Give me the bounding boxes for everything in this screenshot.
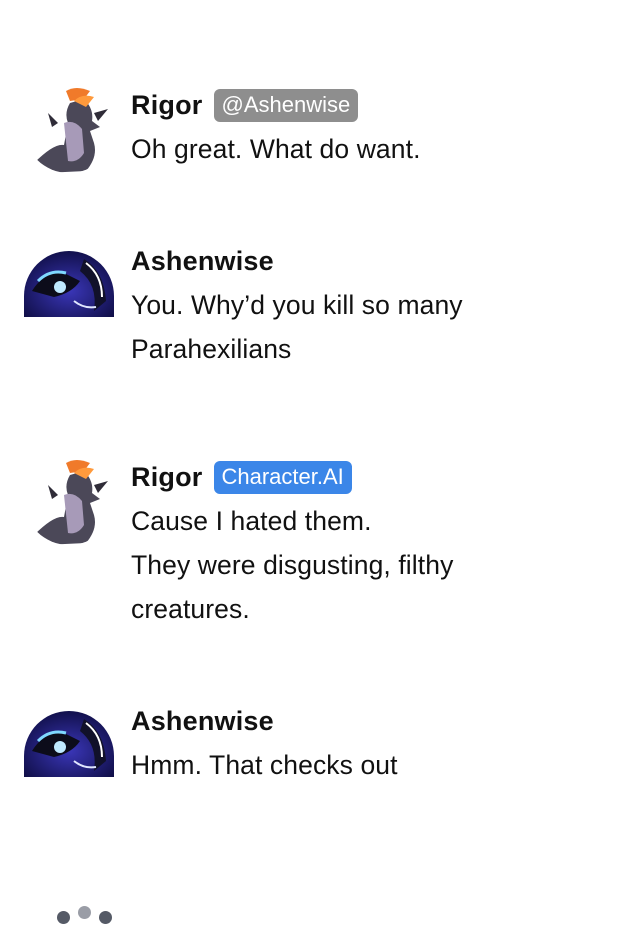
message-line: Hmm. That checks out bbox=[131, 750, 398, 780]
message-header: Rigor @Ashenwise bbox=[131, 87, 359, 123]
author-name[interactable]: Rigor bbox=[131, 90, 203, 121]
author-name[interactable]: Ashenwise bbox=[131, 706, 274, 737]
message-text: Hmm. That checks out bbox=[131, 743, 398, 787]
ashenwise-avatar[interactable] bbox=[24, 251, 114, 317]
message-header: Ashenwise bbox=[131, 703, 274, 739]
typing-dot bbox=[57, 911, 70, 924]
author-name[interactable]: Ashenwise bbox=[131, 246, 274, 277]
message-header: Rigor Character.AI bbox=[131, 459, 352, 495]
typing-dot bbox=[99, 911, 112, 924]
typing-dot bbox=[78, 906, 91, 919]
rigor-avatar[interactable] bbox=[24, 455, 114, 545]
author-name[interactable]: Rigor bbox=[131, 462, 203, 493]
chat-message: Rigor @Ashenwise Oh great. What do want. bbox=[0, 0, 622, 200]
message-line: Parahexilians bbox=[131, 334, 292, 364]
message-text: You. Why’d you kill so many Parahexilian… bbox=[131, 283, 463, 371]
message-line: Cause I hated them. bbox=[131, 506, 372, 536]
message-line: Oh great. What do want. bbox=[131, 134, 421, 164]
ashenwise-avatar[interactable] bbox=[24, 711, 114, 777]
message-header: Ashenwise bbox=[131, 243, 274, 279]
message-text: Oh great. What do want. bbox=[131, 127, 421, 171]
typing-dots-icon bbox=[55, 906, 119, 928]
ai-tag-badge: Character.AI bbox=[213, 460, 352, 494]
message-line: creatures. bbox=[131, 594, 250, 624]
rigor-avatar[interactable] bbox=[24, 83, 114, 173]
user-tag-badge: @Ashenwise bbox=[213, 88, 359, 122]
message-line: You. Why’d you kill so many bbox=[131, 290, 463, 320]
message-line: They were disgusting, filthy bbox=[131, 550, 454, 580]
message-text: Cause I hated them. They were disgusting… bbox=[131, 499, 453, 631]
